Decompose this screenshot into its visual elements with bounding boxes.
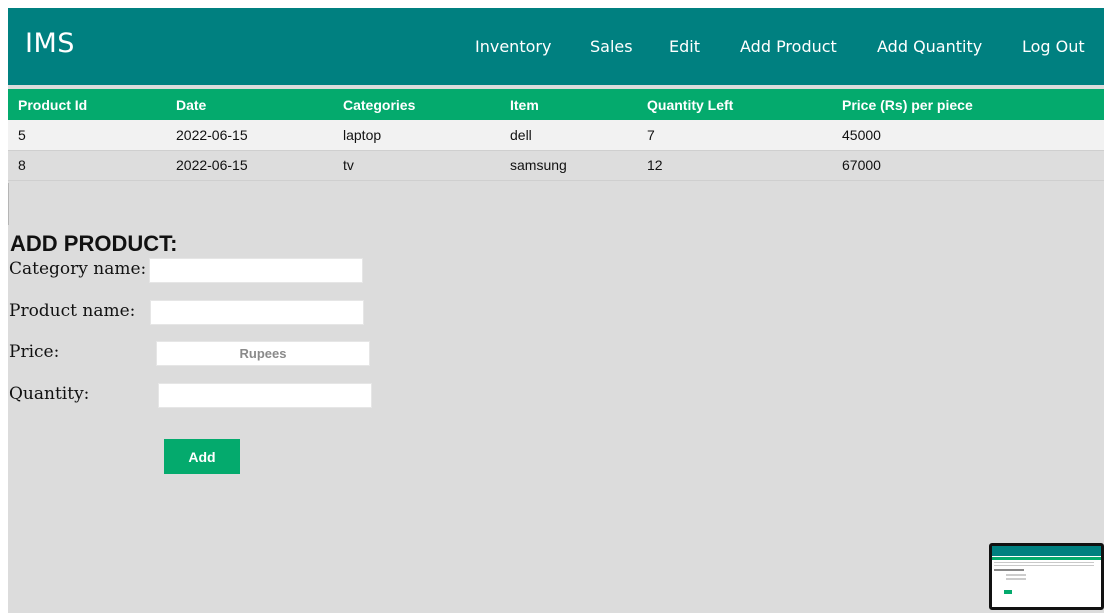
- category-label: Category name:: [9, 259, 147, 279]
- category-input[interactable]: [149, 258, 363, 283]
- thumbnail-heading: [994, 569, 1024, 571]
- table-cell: laptop: [333, 120, 500, 151]
- column-header: Categories: [333, 89, 500, 120]
- screenshot-thumbnail[interactable]: [989, 543, 1104, 610]
- inventory-table: Product Id Date Categories Item Quantity…: [8, 89, 1104, 181]
- price-label: Price:: [9, 342, 60, 362]
- add-button[interactable]: Add: [164, 439, 240, 474]
- nav-sales[interactable]: Sales: [590, 37, 633, 56]
- column-header: Quantity Left: [637, 89, 832, 120]
- table-cell: samsung: [500, 150, 637, 181]
- price-input[interactable]: [156, 341, 370, 366]
- table-row: 5 2022-06-15 laptop dell 7 45000: [8, 120, 1104, 151]
- table-cell: 8: [8, 150, 166, 181]
- table-row: 8 2022-06-15 tv samsung 12 67000: [8, 150, 1104, 181]
- column-header: Item: [500, 89, 637, 120]
- nav-inventory[interactable]: Inventory: [475, 37, 551, 56]
- table-cell: 2022-06-15: [166, 120, 333, 151]
- product-label: Product name:: [9, 301, 136, 321]
- top-navbar: IMS Inventory Sales Edit Add Product Add…: [8, 8, 1104, 85]
- table-cell: 7: [637, 120, 832, 151]
- column-header: Price (Rs) per piece: [832, 89, 1104, 120]
- nav-logout[interactable]: Log Out: [1022, 37, 1085, 56]
- table-header-row: Product Id Date Categories Item Quantity…: [8, 89, 1104, 120]
- nav-add-quantity[interactable]: Add Quantity: [877, 37, 982, 56]
- thumbnail-field: [1006, 578, 1026, 580]
- nav-edit[interactable]: Edit: [669, 37, 700, 56]
- table-cell: 5: [8, 120, 166, 151]
- column-header: Date: [166, 89, 333, 120]
- thumbnail-row: [994, 562, 1094, 563]
- thumbnail-button: [1004, 590, 1012, 594]
- table-footer-space: [8, 183, 1104, 225]
- table-cell: 45000: [832, 120, 1104, 151]
- column-header: Product Id: [8, 89, 166, 120]
- table-cell: tv: [333, 150, 500, 181]
- app-window: IMS Inventory Sales Edit Add Product Add…: [8, 8, 1104, 613]
- quantity-label: Quantity:: [9, 384, 90, 404]
- brand-logo[interactable]: IMS: [25, 28, 75, 59]
- table-cell: 67000: [832, 150, 1104, 181]
- nav-add-product[interactable]: Add Product: [740, 37, 837, 56]
- thumbnail-row: [994, 565, 1094, 566]
- table-cell: dell: [500, 120, 637, 151]
- quantity-input[interactable]: [158, 383, 372, 408]
- thumbnail-field: [1006, 574, 1026, 576]
- table-cell: 12: [637, 150, 832, 181]
- thumbnail-navbar: [992, 546, 1101, 556]
- form-title: ADD PRODUCT:: [10, 231, 178, 256]
- table-cell: 2022-06-15: [166, 150, 333, 181]
- thumbnail-table-header: [992, 557, 1101, 560]
- product-input[interactable]: [150, 300, 364, 325]
